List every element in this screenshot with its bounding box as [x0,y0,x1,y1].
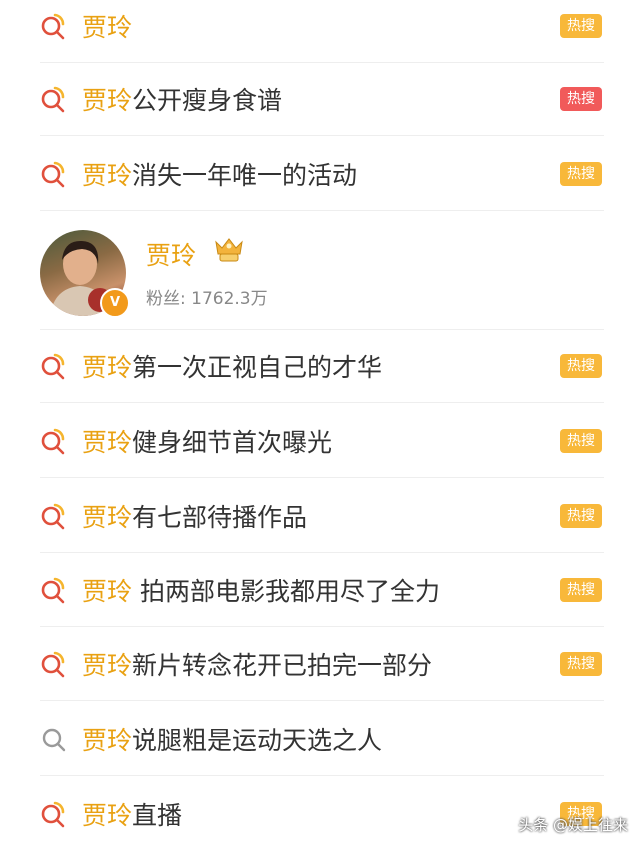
suggestion-rest: 说腿粗是运动天选之人 [132,726,383,755]
keyword: 贾玲 [82,13,133,42]
hot-badge: 热搜 [560,162,602,186]
suggestion-text: 贾玲直播 [82,796,560,832]
hot-search-icon [40,85,68,113]
hot-search-icon [40,502,68,530]
suggestion-row[interactable]: 贾玲消失一年唯一的活动 热搜 [40,138,604,211]
suggestion-rest: 第一次正视自己的才华 [132,353,383,382]
hot-badge: 热搜 [560,354,602,378]
hot-badge: 热搜 [560,504,602,528]
suggestion-row[interactable]: 贾玲公开瘦身食谱 热搜 [40,63,604,136]
hot-search-icon [40,800,68,828]
keyword: 贾玲 [82,86,133,115]
watermark: 头条 @娱上往来 [518,816,628,834]
suggestion-rest: 拍两部电影我都用尽了全力 [132,577,440,606]
hot-badge: 热搜 [560,429,602,453]
suggestion-rest: 健身细节首次曝光 [132,428,333,457]
hot-search-icon [40,352,68,380]
keyword: 贾玲 [82,503,133,532]
suggestion-row[interactable]: 贾玲第一次正视自己的才华 热搜 [40,330,604,403]
keyword: 贾玲 [82,161,133,190]
suggestion-row[interactable]: 贾玲 热搜 [40,0,604,63]
hot-search-icon [40,12,68,40]
suggestion-row[interactable]: 贾玲健身细节首次曝光 热搜 [40,405,604,478]
keyword: 贾玲 [82,800,133,830]
suggestion-text: 贾玲 拍两部电影我都用尽了全力 [82,572,560,608]
suggestion-rest: 消失一年唯一的活动 [132,161,358,190]
suggestion-rest: 有七部待播作品 [132,503,308,532]
suggestion-text: 贾玲 [82,8,560,44]
keyword: 贾玲 [82,651,133,680]
suggestion-rest: 直播 [132,800,183,830]
suggestion-rest: 公开瘦身食谱 [132,86,283,115]
hot-search-icon [40,427,68,455]
suggestion-text: 贾玲消失一年唯一的活动 [82,156,560,192]
search-icon [40,725,68,753]
hot-badge: 热搜 [560,578,602,602]
keyword: 贾玲 [82,726,133,755]
suggestion-text: 贾玲新片转念花开已拍完一部分 [82,646,560,682]
suggestion-text: 贾玲健身细节首次曝光 [82,423,560,459]
hot-search-icon [40,650,68,678]
crown-badge-icon [212,234,246,268]
hot-search-icon [40,160,68,188]
fans-count: 粉丝: 1762.3万 [146,289,268,309]
suggestion-text: 贾玲说腿粗是运动天选之人 [82,721,604,757]
suggestion-row[interactable]: 贾玲 拍两部电影我都用尽了全力 热搜 [40,554,604,627]
verified-badge-icon: V [100,288,130,318]
suggestion-row[interactable]: 贾玲新片转念花开已拍完一部分 热搜 [40,628,604,701]
suggestion-text: 贾玲第一次正视自己的才华 [82,348,560,384]
suggestion-text: 贾玲有七部待播作品 [82,498,560,534]
user-name[interactable]: 贾玲 [146,236,196,272]
keyword: 贾玲 [82,577,133,606]
suggestion-rest: 新片转念花开已拍完一部分 [132,651,433,680]
suggestion-text: 贾玲公开瘦身食谱 [82,81,560,117]
hot-badge: 热搜 [560,652,602,676]
suggestion-row[interactable]: 贾玲说腿粗是运动天选之人 [40,703,604,776]
keyword: 贾玲 [82,353,133,382]
user-card[interactable]: V 贾玲 粉丝: 1762.3万 [40,212,604,330]
suggestion-row[interactable]: 贾玲有七部待播作品 热搜 [40,480,604,553]
hot-badge: 热搜 [560,14,602,38]
hot-search-icon [40,576,68,604]
hot-badge: 热搜 [560,87,602,111]
keyword: 贾玲 [82,428,133,457]
